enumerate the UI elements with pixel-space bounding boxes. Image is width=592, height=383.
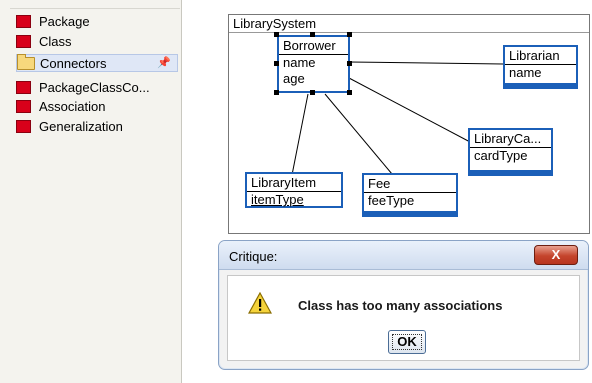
close-button[interactable]: X	[534, 245, 578, 265]
class-librarian[interactable]: Librarian name	[503, 45, 578, 89]
class-fee[interactable]: Fee feeType	[362, 173, 458, 217]
package-title-divider	[229, 32, 589, 33]
palette-item-label: Association	[39, 98, 106, 114]
class-name: LibraryItem	[247, 174, 341, 192]
resize-handle[interactable]	[347, 90, 352, 95]
palette-item-label: Class	[39, 33, 72, 49]
class-libraryitem[interactable]: LibraryItem itemType	[245, 172, 343, 208]
class-footer	[505, 83, 576, 87]
class-attribute: cardType	[474, 148, 528, 163]
class-footer	[470, 170, 551, 174]
palette-item-class[interactable]: Class	[16, 32, 180, 50]
palette-top-edge	[10, 0, 180, 9]
palette-item-connectors[interactable]: Connectors 📌	[16, 53, 178, 72]
critique-dialog: Critique: X Class has too many associati…	[218, 240, 589, 370]
resize-handle[interactable]	[310, 32, 315, 37]
class-name: Fee	[364, 175, 456, 193]
palette-item-generalization[interactable]: Generalization	[16, 117, 180, 135]
package-icon	[16, 14, 31, 28]
palette-item-label: Package	[39, 13, 90, 29]
dialog-body: Class has too many associations OK	[227, 275, 580, 361]
association-icon	[16, 99, 31, 113]
palette-item-package[interactable]: Package	[16, 12, 180, 30]
class-librarycard[interactable]: LibraryCa... cardType	[468, 128, 553, 176]
resize-handle[interactable]	[347, 61, 352, 66]
class-attribute: name	[283, 55, 316, 70]
palette-item-packageclassconnector[interactable]: PackageClassCo...	[16, 78, 180, 96]
class-borrower[interactable]: Borrower name age	[277, 35, 350, 93]
class-name: Librarian	[505, 47, 576, 65]
resize-handle[interactable]	[347, 32, 352, 37]
class-footer	[364, 211, 456, 215]
dialog-message: Class has too many associations	[298, 298, 503, 313]
folder-icon	[17, 53, 35, 70]
palette-item-label: Generalization	[39, 118, 123, 134]
resize-handle[interactable]	[310, 90, 315, 95]
connector-icon	[16, 80, 31, 94]
class-attribute: name	[509, 65, 542, 80]
dialog-titlebar[interactable]: Critique: X	[219, 241, 588, 270]
class-attribute: age	[283, 71, 305, 86]
class-attribute: itemType	[251, 192, 304, 207]
class-name: Borrower	[279, 37, 348, 55]
palette-item-label: PackageClassCo...	[39, 79, 150, 95]
palette-item-association[interactable]: Association	[16, 97, 180, 115]
generalization-icon	[16, 119, 31, 133]
ok-button[interactable]: OK	[388, 330, 426, 354]
class-icon	[16, 34, 31, 48]
resize-handle[interactable]	[274, 61, 279, 66]
resize-handle[interactable]	[274, 90, 279, 95]
resize-handle[interactable]	[274, 32, 279, 37]
palette-panel: Package Class Connectors 📌 PackageClassC…	[0, 0, 182, 383]
package-title: LibrarySystem	[233, 16, 317, 31]
palette-item-label: Connectors	[40, 55, 107, 71]
pin-icon[interactable]: 📌	[157, 56, 171, 69]
warning-icon	[248, 292, 272, 314]
class-attribute: feeType	[368, 193, 415, 208]
dialog-title: Critique:	[229, 249, 278, 264]
class-name: LibraryCa...	[470, 130, 551, 148]
